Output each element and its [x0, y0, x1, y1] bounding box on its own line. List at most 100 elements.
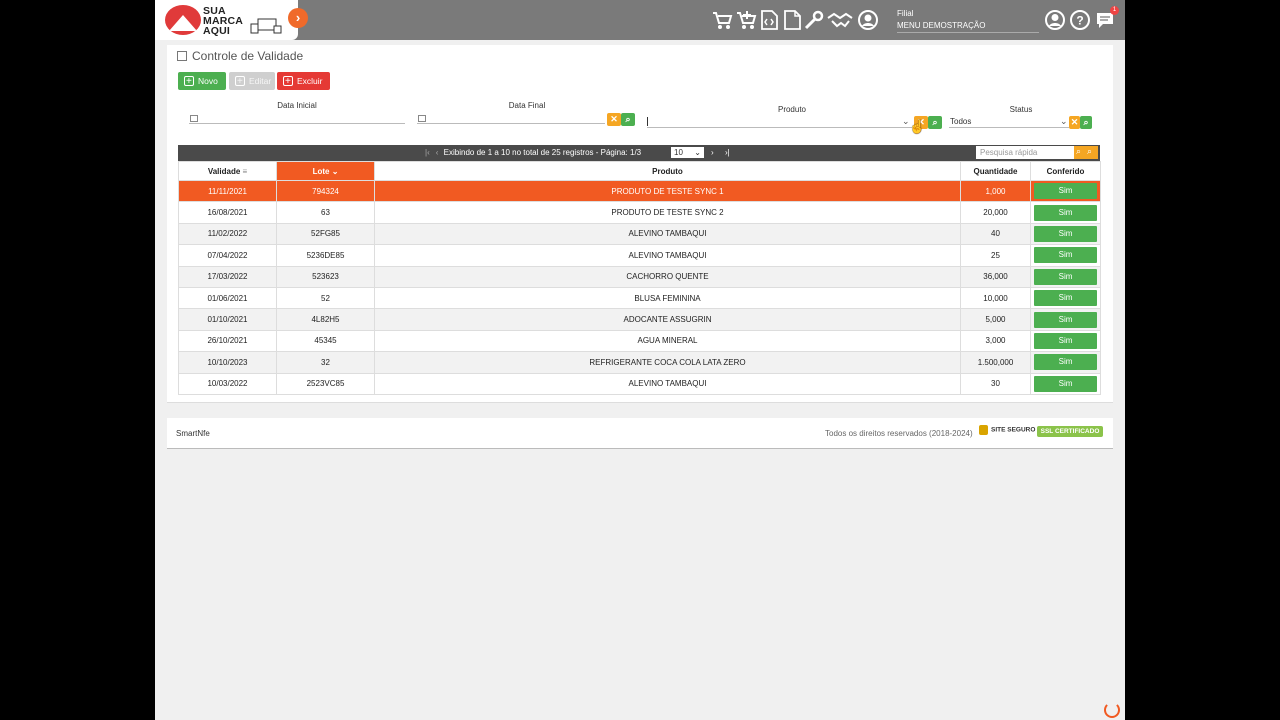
table-row[interactable]: 26/10/2021 45345 AGUA MINERAL 3,000 Sim: [178, 329, 1101, 353]
edit-button-label: Editar: [249, 76, 272, 86]
loading-spinner-icon: [1104, 702, 1120, 718]
cell-validade: 11/11/2021: [178, 179, 277, 203]
cell-conferido: Sim: [1030, 179, 1101, 203]
conferido-button[interactable]: Sim: [1034, 290, 1097, 307]
cell-validade: 10/03/2022: [178, 372, 277, 395]
search-icon[interactable]: ⌕: [1080, 116, 1092, 129]
profile-icon[interactable]: [1044, 9, 1066, 31]
status-label: Status: [1009, 105, 1033, 114]
table-row[interactable]: 10/10/2023 32 REFRIGERANTE COCA COLA LATA …: [178, 351, 1101, 374]
column-label: Lote: [312, 166, 330, 176]
new-button[interactable]: Novo: [178, 72, 226, 91]
table-row[interactable]: 10/03/2022 2523VC85 ALEVINO TAMBAQUI 30 Sim: [178, 372, 1101, 395]
column-quantidade[interactable]: Quantidade: [960, 161, 1031, 181]
minus-icon: [283, 73, 293, 91]
table-row[interactable]: 07/04/2022 5236DE85 ALEVINO TAMBAQUI 25 Sim: [178, 244, 1101, 267]
branch-selector[interactable]: Filial MENU DEMOSTRAÇÃO: [897, 9, 1039, 33]
plus-icon: [184, 73, 194, 91]
cell-validade: 11/02/2022: [178, 222, 277, 246]
search-icon[interactable]: ⌕: [621, 113, 635, 126]
status-value[interactable]: Todos: [950, 117, 971, 126]
cell-quantidade: 1,000: [960, 179, 1031, 203]
wrench-icon[interactable]: [803, 9, 825, 31]
page-size-select[interactable]: 10 ⌄: [671, 147, 704, 158]
table-row[interactable]: 11/02/2022 52FG85 ALEVINO TAMBAQUI 40 Sim: [178, 222, 1101, 246]
column-lote[interactable]: Lote ⌄: [276, 161, 375, 181]
last-page-icon[interactable]: ›|: [725, 148, 730, 157]
cell-validade: 10/10/2023: [178, 351, 277, 374]
cell-produto: REFRIGERANTE COCA COLA LATA ZERO: [374, 351, 961, 374]
clear-end-date-icon[interactable]: ✕: [607, 113, 621, 126]
column-conferido[interactable]: Conferido: [1030, 161, 1101, 181]
end-date-label: Data Final: [508, 101, 546, 110]
conferido-button[interactable]: Sim: [1034, 204, 1097, 221]
new-button-label: Novo: [198, 76, 218, 86]
first-page-icon[interactable]: |‹: [425, 148, 430, 157]
cell-quantidade: 30: [960, 372, 1031, 395]
conferido-button[interactable]: Sim: [1034, 268, 1097, 285]
user-circle-icon[interactable]: [857, 9, 879, 31]
cell-lote: 52: [276, 286, 375, 310]
search-icon[interactable]: ⌕: [1076, 146, 1081, 157]
conferido-button[interactable]: Sim: [1034, 311, 1097, 328]
search-icon[interactable]: ⌕: [928, 116, 942, 129]
page-size-value: 10: [674, 148, 683, 157]
product-label: Produto: [777, 105, 807, 114]
cell-conferido: Sim: [1030, 308, 1101, 331]
help-icon[interactable]: ?: [1069, 9, 1091, 31]
table-row[interactable]: 16/08/2021 63 PRODUTO DE TESTE SYNC 2 20,00…: [178, 201, 1101, 224]
conferido-button[interactable]: Sim: [1034, 183, 1097, 200]
main-panel: Controle de Validade Novo Editar Excluir…: [167, 45, 1113, 403]
conferido-button[interactable]: Sim: [1034, 354, 1097, 371]
conferido-button[interactable]: Sim: [1034, 247, 1097, 264]
calendar-icon[interactable]: [418, 115, 426, 122]
advanced-search-icon[interactable]: ⌕: [1087, 146, 1092, 157]
conferido-button[interactable]: Sim: [1034, 332, 1097, 349]
quick-search-input[interactable]: Pesquisa rápida: [976, 146, 1074, 159]
table-row[interactable]: 17/03/2022 523623 CACHORRO QUENTE 36,000 Sim: [178, 265, 1101, 288]
branch-value[interactable]: MENU DEMOSTRAÇÃO: [897, 21, 1039, 33]
cell-lote: 5236DE85: [276, 244, 375, 267]
cell-quantidade: 1.500,000: [960, 351, 1031, 374]
edit-button[interactable]: Editar: [229, 72, 275, 91]
product-select[interactable]: [647, 127, 912, 128]
code-file-icon[interactable]: [758, 9, 780, 31]
delete-button[interactable]: Excluir: [277, 72, 330, 91]
cell-quantidade: 10,000: [960, 286, 1031, 310]
next-page-icon[interactable]: ›: [711, 148, 714, 157]
document-icon[interactable]: [781, 9, 803, 31]
cell-produto: PRODUTO DE TESTE SYNC 2: [374, 201, 961, 224]
column-produto[interactable]: Produto: [374, 161, 961, 181]
clear-status-icon[interactable]: ✕: [1069, 116, 1080, 129]
lock-icon: [979, 425, 988, 435]
column-validade[interactable]: Validade ≡: [178, 161, 277, 181]
table-row[interactable]: 11/11/2021 794324 PRODUTO DE TESTE SYNC 11…: [178, 179, 1101, 203]
cart-icon[interactable]: [711, 9, 733, 31]
brand-logo[interactable]: SUA MARCA AQUI: [155, 0, 298, 40]
table-header-row: Validade ≡ Lote ⌄ Produto Quantidade Con…: [178, 161, 1101, 181]
cell-validade: 17/03/2022: [178, 265, 277, 288]
calendar-icon[interactable]: [190, 115, 198, 122]
svg-text:?: ?: [1076, 14, 1083, 28]
chevron-down-icon[interactable]: ⌄: [1060, 116, 1068, 127]
page-title-text: Controle de Validade: [192, 49, 304, 63]
calendar-icon: [177, 51, 187, 61]
quick-search-buttons[interactable]: ⌕ ⌕: [1074, 146, 1098, 159]
conferido-button[interactable]: Sim: [1034, 225, 1097, 242]
prev-page-icon[interactable]: ‹: [436, 148, 439, 157]
cell-lote: 63: [276, 201, 375, 224]
cell-lote: 45345: [276, 329, 375, 353]
add-to-cart-icon[interactable]: [735, 9, 757, 31]
grid-toolbar: |‹ ‹ Exibindo de 1 a 10 no total de 25 re…: [178, 145, 1100, 161]
table-row[interactable]: 01/10/2021 4L82H5 ADOCANTE ASSUGRIN 5,000 Si…: [178, 308, 1101, 331]
cell-quantidade: 5,000: [960, 308, 1031, 331]
handshake-icon[interactable]: [827, 9, 853, 31]
cell-conferido: Sim: [1030, 201, 1101, 224]
cell-produto: ADOCANTE ASSUGRIN: [374, 308, 961, 331]
conferido-button[interactable]: Sim: [1034, 375, 1097, 392]
end-date-input[interactable]: [417, 123, 605, 124]
start-date-input[interactable]: [189, 123, 405, 124]
table-row[interactable]: 01/06/2021 52 BLUSA FEMININA 10,000 Sim: [178, 286, 1101, 310]
status-select[interactable]: [949, 127, 1069, 128]
expand-menu-button[interactable]: ›: [288, 8, 308, 28]
